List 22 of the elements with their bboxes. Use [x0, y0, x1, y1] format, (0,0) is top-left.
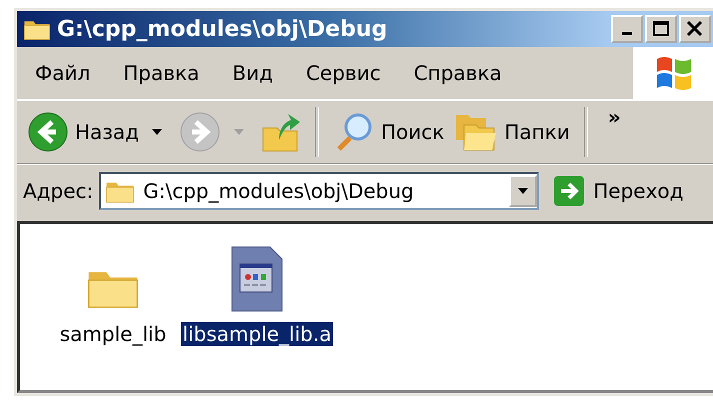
- menu-item[interactable]: Вид: [232, 61, 273, 85]
- window-title: G:\cpp_modules\obj\Debug: [57, 16, 388, 42]
- address-bar[interactable]: G:\cpp_modules\obj\Debug: [99, 172, 540, 210]
- file-name[interactable]: sample_lib: [58, 322, 168, 346]
- file-name[interactable]: libsample_lib.a: [180, 322, 334, 346]
- back-button[interactable]: Назад: [25, 109, 142, 155]
- menu-item[interactable]: Справка: [414, 61, 502, 85]
- menu-item[interactable]: Файл: [35, 61, 90, 85]
- dropdown-caret-icon: [517, 187, 530, 195]
- folders-button[interactable]: Папки: [452, 109, 572, 155]
- address-label: Адрес:: [23, 179, 94, 203]
- search-button[interactable]: Поиск: [331, 109, 446, 155]
- minimize-button[interactable]: [611, 15, 643, 43]
- dropdown-caret-icon[interactable]: [151, 128, 164, 136]
- more-button[interactable]: »: [608, 105, 621, 129]
- dropdown-button[interactable]: [509, 175, 538, 207]
- close-button[interactable]: [679, 15, 711, 43]
- menu-item[interactable]: Правка: [123, 61, 200, 85]
- menu-item[interactable]: Сервис: [306, 61, 381, 85]
- library-file-icon: [231, 246, 283, 312]
- go-button[interactable]: Переход: [553, 175, 684, 207]
- maximize-button[interactable]: [645, 15, 677, 43]
